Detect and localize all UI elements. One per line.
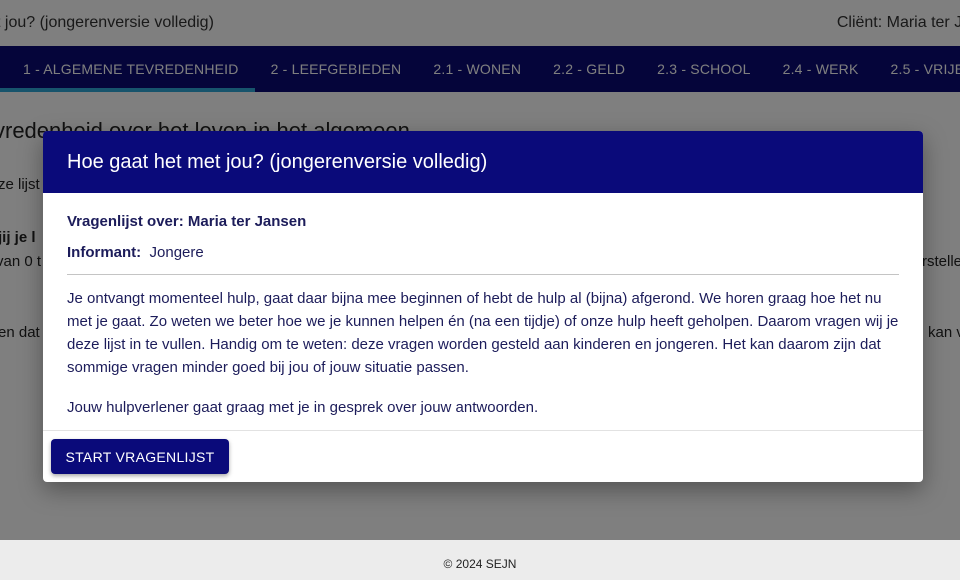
start-questionnaire-button[interactable]: START VRAGENLIJST <box>51 439 229 474</box>
subject-value: Maria ter Jansen <box>187 213 307 230</box>
divider <box>67 274 899 275</box>
subject-label: Vragenlijst over: <box>67 213 184 230</box>
informant-label: Informant: <box>67 244 142 261</box>
dialog-body: Vragenlijst over: Maria ter Jansen Infor… <box>43 193 923 419</box>
intro-dialog: Hoe gaat het met jou? (jongerenversie vo… <box>43 131 923 482</box>
counselor-paragraph: Jouw hulpverlener gaat graag met je in g… <box>67 399 539 416</box>
dialog-header: Hoe gaat het met jou? (jongerenversie vo… <box>43 131 923 193</box>
intro-paragraph: Je ontvangt momenteel hulp, gaat daar bi… <box>67 290 899 376</box>
dialog-title: Hoe gaat het met jou? (jongerenversie vo… <box>67 150 488 173</box>
informant-value: Jongere <box>149 244 204 261</box>
subject-row: Vragenlijst over: Maria ter Jansen <box>67 213 899 230</box>
footer-copyright: © 2024 SEJN <box>443 557 517 571</box>
dialog-footer: START VRAGENLIJST <box>43 430 923 482</box>
informant-row: Informant: Jongere <box>67 244 899 261</box>
